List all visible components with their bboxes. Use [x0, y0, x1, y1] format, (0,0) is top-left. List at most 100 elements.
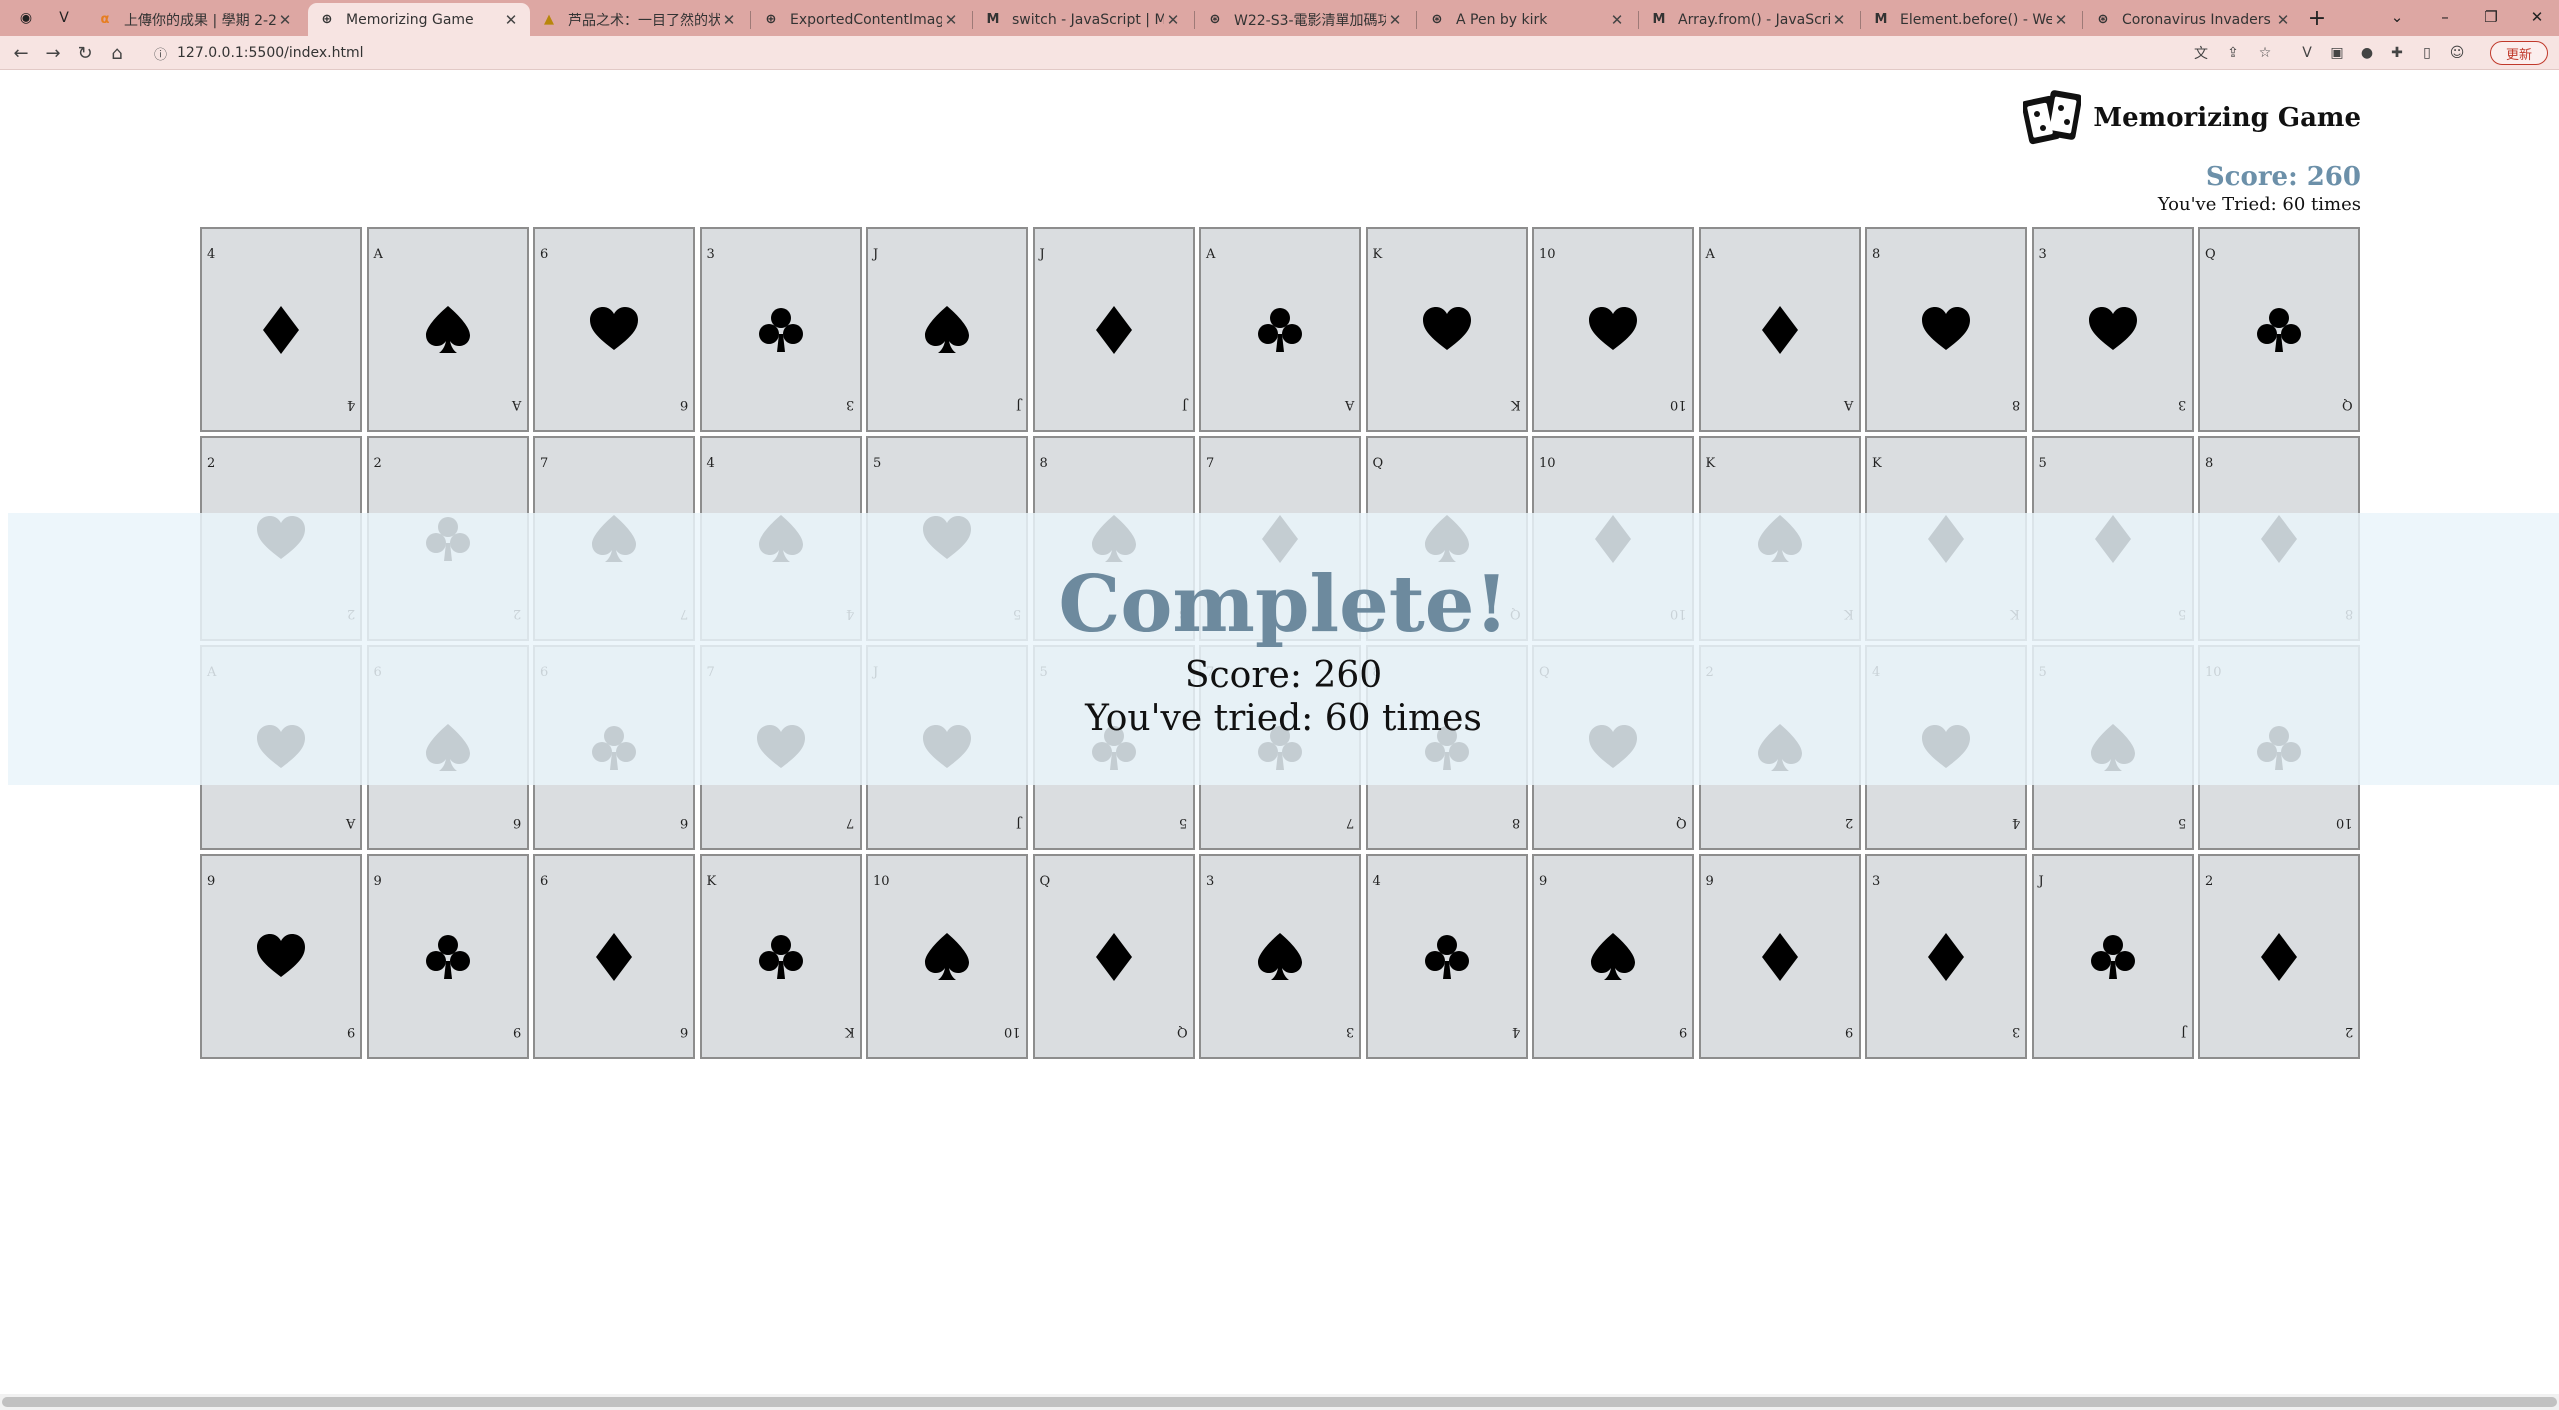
- heart-suit-icon: [1422, 306, 1471, 350]
- home-button[interactable]: ⌂: [104, 41, 130, 65]
- restore-button[interactable]: ❐: [2466, 2, 2516, 32]
- card[interactable]: JJ: [2031, 854, 2194, 1059]
- tab-favicon-icon: ⊕: [321, 12, 333, 27]
- card[interactable]: 99: [366, 854, 529, 1059]
- card-rank-bottom: J: [1015, 815, 1021, 830]
- tab-3[interactable]: ⊕ ExportedContentImage_01… ✕: [752, 3, 970, 36]
- forward-button[interactable]: →: [40, 41, 66, 65]
- card-rank-top: 4: [207, 247, 216, 262]
- complete-tried: You've tried: 60 times: [1085, 697, 1482, 739]
- card-rank-top: 8: [1872, 247, 1881, 262]
- share-icon[interactable]: ⇪: [2222, 43, 2244, 63]
- back-button[interactable]: ←: [8, 41, 34, 65]
- card-rank-top: 8: [1039, 456, 1048, 471]
- update-button[interactable]: 更新: [2490, 41, 2548, 65]
- tab-0[interactable]: α 上傳你的成果 | 學期 2-2：動… ✕: [86, 3, 304, 36]
- pinned-tab-icon[interactable]: V: [50, 5, 78, 31]
- card[interactable]: 33: [1865, 854, 2027, 1059]
- tab-close-icon[interactable]: ✕: [1164, 11, 1182, 29]
- diamond-suit-icon: [1095, 932, 1132, 981]
- scrollbar-thumb[interactable]: [2, 1397, 2557, 1407]
- tab-close-icon[interactable]: ✕: [1386, 11, 1404, 29]
- tab-6[interactable]: ⊛ A Pen by kirk ✕: [1418, 3, 1636, 36]
- tab-close-icon[interactable]: ✕: [502, 11, 520, 29]
- bookmark-star-icon[interactable]: ☆: [2254, 43, 2276, 63]
- club-suit-icon: [758, 934, 803, 979]
- card[interactable]: KK: [1365, 227, 1528, 432]
- tab-7[interactable]: M Array.from() - JavaScript | M… ✕: [1640, 3, 1858, 36]
- tab-close-icon[interactable]: ✕: [2052, 11, 2070, 29]
- translate-icon[interactable]: 文: [2190, 43, 2212, 63]
- card[interactable]: 33: [1199, 854, 1361, 1059]
- profile-avatar-icon[interactable]: ☺: [2446, 43, 2468, 63]
- card[interactable]: 10 10: [1532, 227, 1694, 432]
- card-rank-bottom: 3: [1345, 1024, 1354, 1039]
- tab-1[interactable]: ⊕ Memorizing Game ✕: [308, 3, 530, 36]
- tab-4[interactable]: M switch - JavaScript | MDN ✕: [974, 3, 1192, 36]
- card[interactable]: AA: [1698, 227, 1861, 432]
- card[interactable]: QQ: [2198, 227, 2360, 432]
- card-rank-bottom: J: [1015, 397, 1021, 412]
- card[interactable]: 99: [200, 854, 362, 1059]
- extensions-puzzle-icon[interactable]: ✚: [2386, 43, 2408, 63]
- tab-close-icon[interactable]: ✕: [1830, 11, 1848, 29]
- heart-suit-icon: [590, 306, 638, 350]
- card-rank-bottom: 3: [2178, 397, 2187, 412]
- card[interactable]: AA: [366, 227, 529, 432]
- tab-9[interactable]: ⊛ Coronavirus Invaders - CSS… ✕: [2084, 3, 2302, 36]
- complete-title: Complete!: [1058, 559, 1509, 650]
- url-text: 127.0.0.1:5500/index.html: [177, 45, 364, 61]
- tab-close-icon[interactable]: ✕: [942, 11, 960, 29]
- card[interactable]: 22: [2198, 854, 2360, 1059]
- tab-close-icon[interactable]: ✕: [1608, 11, 1626, 29]
- reload-button[interactable]: ↻: [72, 41, 98, 65]
- tab-2[interactable]: ▲ 芦品之术：一目了然的状态和… ✕: [530, 3, 748, 36]
- card-rank-bottom: K: [1510, 397, 1521, 412]
- minimize-button[interactable]: –: [2420, 2, 2470, 32]
- address-bar[interactable]: ⓘ 127.0.0.1:5500/index.html: [142, 40, 2184, 66]
- tab-close-icon[interactable]: ✕: [720, 11, 738, 29]
- card[interactable]: 44: [1365, 854, 1528, 1059]
- card[interactable]: QQ: [1032, 854, 1195, 1059]
- extension-mic-icon[interactable]: ●: [2356, 43, 2378, 63]
- card-rank-bottom: 9: [1845, 1024, 1854, 1039]
- card-rank-bottom: Q: [1176, 1024, 1188, 1039]
- extension-book-icon[interactable]: ▣: [2326, 43, 2348, 63]
- tab-close-icon[interactable]: ✕: [276, 11, 294, 29]
- card-rank-bottom: 9: [1678, 1024, 1687, 1039]
- card-rank-top: A: [1705, 247, 1715, 262]
- site-info-icon[interactable]: ⓘ: [154, 44, 167, 63]
- card-rank-bottom: 9: [513, 1024, 522, 1039]
- card-rank-top: Q: [2205, 247, 2216, 262]
- card[interactable]: JJ: [1032, 227, 1195, 432]
- card[interactable]: KK: [699, 854, 862, 1059]
- card[interactable]: AA: [1199, 227, 1361, 432]
- new-tab-button[interactable]: +: [2302, 3, 2332, 33]
- side-panel-icon[interactable]: ▯: [2416, 43, 2438, 63]
- card[interactable]: 88: [1865, 227, 2027, 432]
- card[interactable]: 44: [200, 227, 362, 432]
- tab-list-chevron-icon[interactable]: ⌄: [2372, 2, 2422, 32]
- tab-close-icon[interactable]: ✕: [2274, 11, 2292, 29]
- card-rank-bottom: 4: [2011, 815, 2020, 830]
- card[interactable]: 33: [2031, 227, 2194, 432]
- card[interactable]: 66: [533, 854, 695, 1059]
- close-window-button[interactable]: ✕: [2512, 2, 2559, 32]
- card-rank-bottom: 2: [1845, 815, 1854, 830]
- card[interactable]: JJ: [866, 227, 1028, 432]
- tab-8[interactable]: M Element.before() - Web API… ✕: [1862, 3, 2080, 36]
- tab-favicon-icon: ▲: [544, 12, 554, 27]
- card[interactable]: 33: [699, 227, 862, 432]
- horizontal-scrollbar[interactable]: [0, 1394, 2559, 1410]
- card[interactable]: 99: [1532, 854, 1694, 1059]
- spade-suit-icon: [1591, 932, 1635, 980]
- card[interactable]: 99: [1698, 854, 1861, 1059]
- tab-search-icon[interactable]: ◉: [12, 5, 40, 31]
- card-rank-top: 6: [540, 247, 549, 262]
- card[interactable]: 66: [533, 227, 695, 432]
- extension-v-icon[interactable]: V: [2296, 43, 2318, 63]
- card[interactable]: 10 10: [866, 854, 1028, 1059]
- card-rank-bottom: 2: [2344, 1024, 2353, 1039]
- tab-5[interactable]: ⊛ W22-S3-電影清單加碼功能 ✕: [1196, 3, 1414, 36]
- card-rank-bottom: 4: [1512, 1024, 1521, 1039]
